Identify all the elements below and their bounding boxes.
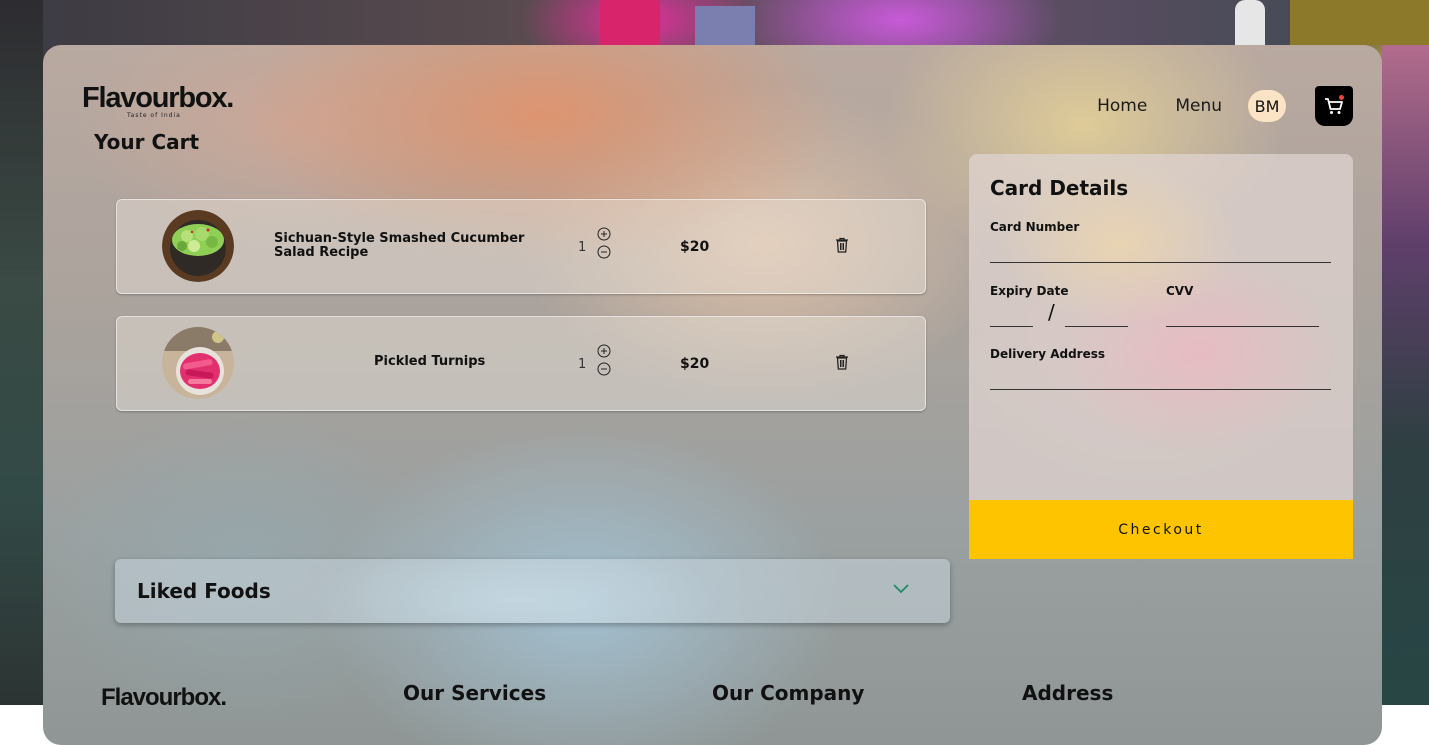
- brand-tagline: Taste of India: [127, 112, 181, 119]
- item-quantity: 1: [578, 240, 587, 255]
- avatar-initials: BM: [1254, 96, 1280, 116]
- nav-menu-link[interactable]: Menu: [1175, 96, 1222, 116]
- item-price: $20: [680, 239, 710, 255]
- expiry-year-input[interactable]: [1065, 326, 1128, 327]
- chevron-down-icon[interactable]: [892, 583, 910, 595]
- cvv-label: CVV: [1166, 284, 1194, 298]
- card-number-label: Card Number: [990, 220, 1080, 234]
- card-number-input[interactable]: [990, 262, 1331, 263]
- minus-circle-icon[interactable]: [597, 362, 611, 376]
- expiry-separator: /: [1048, 300, 1055, 324]
- card-details-panel: Card Details Card Number Expiry Date / C…: [969, 154, 1353, 559]
- liked-foods-title: Liked Foods: [137, 579, 271, 603]
- minus-circle-icon[interactable]: [597, 245, 611, 259]
- item-name: Sichuan-Style Smashed Cucumber Salad Rec…: [274, 231, 525, 260]
- cart-notification-dot: [1339, 95, 1344, 100]
- footer-logo[interactable]: Flavourbox.: [101, 684, 227, 712]
- food-image: [162, 327, 234, 399]
- cvv-input[interactable]: [1166, 326, 1319, 327]
- brand-name: Flavourbox.: [82, 82, 234, 114]
- trash-icon[interactable]: [835, 354, 849, 370]
- plus-circle-icon[interactable]: [597, 344, 611, 358]
- page-title: Your Cart: [94, 130, 200, 154]
- card-details-title: Card Details: [990, 176, 1129, 200]
- item-quantity: 1: [578, 357, 587, 372]
- brand-logo[interactable]: Flavourbox. Taste of India: [82, 82, 234, 119]
- footer-company-heading: Our Company: [712, 681, 865, 705]
- checkout-button[interactable]: Checkout: [969, 500, 1353, 559]
- avatar[interactable]: BM: [1248, 90, 1286, 122]
- delivery-address-label: Delivery Address: [990, 347, 1106, 361]
- trash-icon[interactable]: [835, 237, 849, 253]
- food-image: [162, 210, 234, 282]
- footer-address-heading: Address: [1022, 681, 1114, 705]
- cart-button[interactable]: [1315, 86, 1353, 126]
- cart-item: Sichuan-Style Smashed Cucumber Salad Rec…: [116, 199, 926, 294]
- nav-home-link[interactable]: Home: [1097, 96, 1147, 116]
- footer-services-heading: Our Services: [403, 681, 547, 705]
- delivery-address-input[interactable]: [990, 389, 1331, 390]
- item-price: $20: [680, 356, 710, 372]
- plus-circle-icon[interactable]: [597, 227, 611, 241]
- cart-item: Pickled Turnips 1 $20: [116, 316, 926, 411]
- top-nav: Home Menu BM: [1097, 86, 1353, 126]
- expiry-date-label: Expiry Date: [990, 284, 1069, 298]
- item-name: Pickled Turnips: [374, 354, 486, 369]
- expiry-month-input[interactable]: [990, 326, 1033, 327]
- liked-foods-accordion[interactable]: Liked Foods: [115, 559, 950, 623]
